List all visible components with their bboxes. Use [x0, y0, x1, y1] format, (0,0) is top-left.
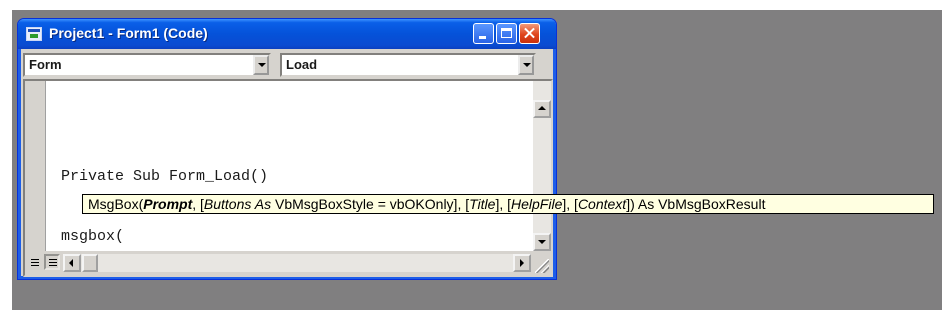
window-title: Project1 - Form1 (Code) [49, 25, 208, 41]
horizontal-scrollbar[interactable] [63, 254, 531, 272]
close-icon [520, 24, 539, 43]
horizontal-scroll-thumb[interactable] [82, 254, 98, 272]
vb-form-icon[interactable] [26, 27, 42, 41]
procedure-dropdown-value: Load [286, 57, 318, 72]
scroll-down-arrow-icon[interactable] [533, 233, 551, 251]
close-button[interactable] [519, 23, 540, 44]
code-editor[interactable]: Private Sub Form_Load() msgbox( [23, 79, 553, 277]
code-line[interactable]: msgbox( [61, 227, 268, 247]
procedure-view-button[interactable] [27, 254, 43, 270]
object-dropdown[interactable]: Form [23, 53, 271, 77]
tooltip-param-context: Context [577, 196, 627, 212]
maximize-button[interactable] [496, 23, 517, 44]
resize-grip-icon[interactable] [535, 259, 549, 273]
minimize-button[interactable] [473, 23, 494, 44]
scroll-up-arrow-icon[interactable] [533, 100, 551, 118]
full-module-view-button[interactable] [44, 254, 60, 270]
code-window: Project1 - Form1 (Code) Form Load Privat… [17, 18, 557, 280]
tooltip-text: ], [ [495, 196, 512, 212]
procedure-dropdown[interactable]: Load [280, 53, 536, 77]
vertical-scrollbar[interactable] [533, 81, 551, 251]
procedure-dropdown-chevron-down-icon[interactable] [518, 55, 534, 75]
tooltip-text: , [ [192, 196, 204, 212]
scroll-right-arrow-icon[interactable] [513, 254, 531, 272]
minimize-icon [479, 36, 486, 39]
tooltip-text: MsgBox( [88, 196, 144, 212]
tooltip-text: ], [ [562, 196, 578, 212]
tooltip-text: VbMsgBoxStyle = vbOKOnly], [ [271, 196, 470, 212]
title-bar[interactable]: Project1 - Form1 (Code) [18, 19, 556, 49]
editor-bottom-bar [25, 251, 551, 275]
margin-indicator-bar[interactable] [25, 81, 46, 251]
code-line[interactable]: Private Sub Form_Load() [61, 167, 268, 187]
tooltip-param-helpfile: HelpFile [511, 196, 563, 212]
tooltip-param-buttons: Buttons As [203, 196, 272, 212]
maximize-icon [501, 28, 512, 38]
tooltip-text: ]) As VbMsgBoxResult [626, 196, 766, 212]
object-dropdown-chevron-down-icon[interactable] [253, 55, 269, 75]
object-dropdown-value: Form [29, 57, 62, 72]
tooltip-param-title: Title [469, 196, 496, 212]
tooltip-param-prompt: Prompt [143, 196, 193, 212]
quick-info-tooltip: MsgBox(Prompt, [Buttons As VbMsgBoxStyle… [82, 194, 934, 214]
scroll-left-arrow-icon[interactable] [63, 254, 81, 272]
